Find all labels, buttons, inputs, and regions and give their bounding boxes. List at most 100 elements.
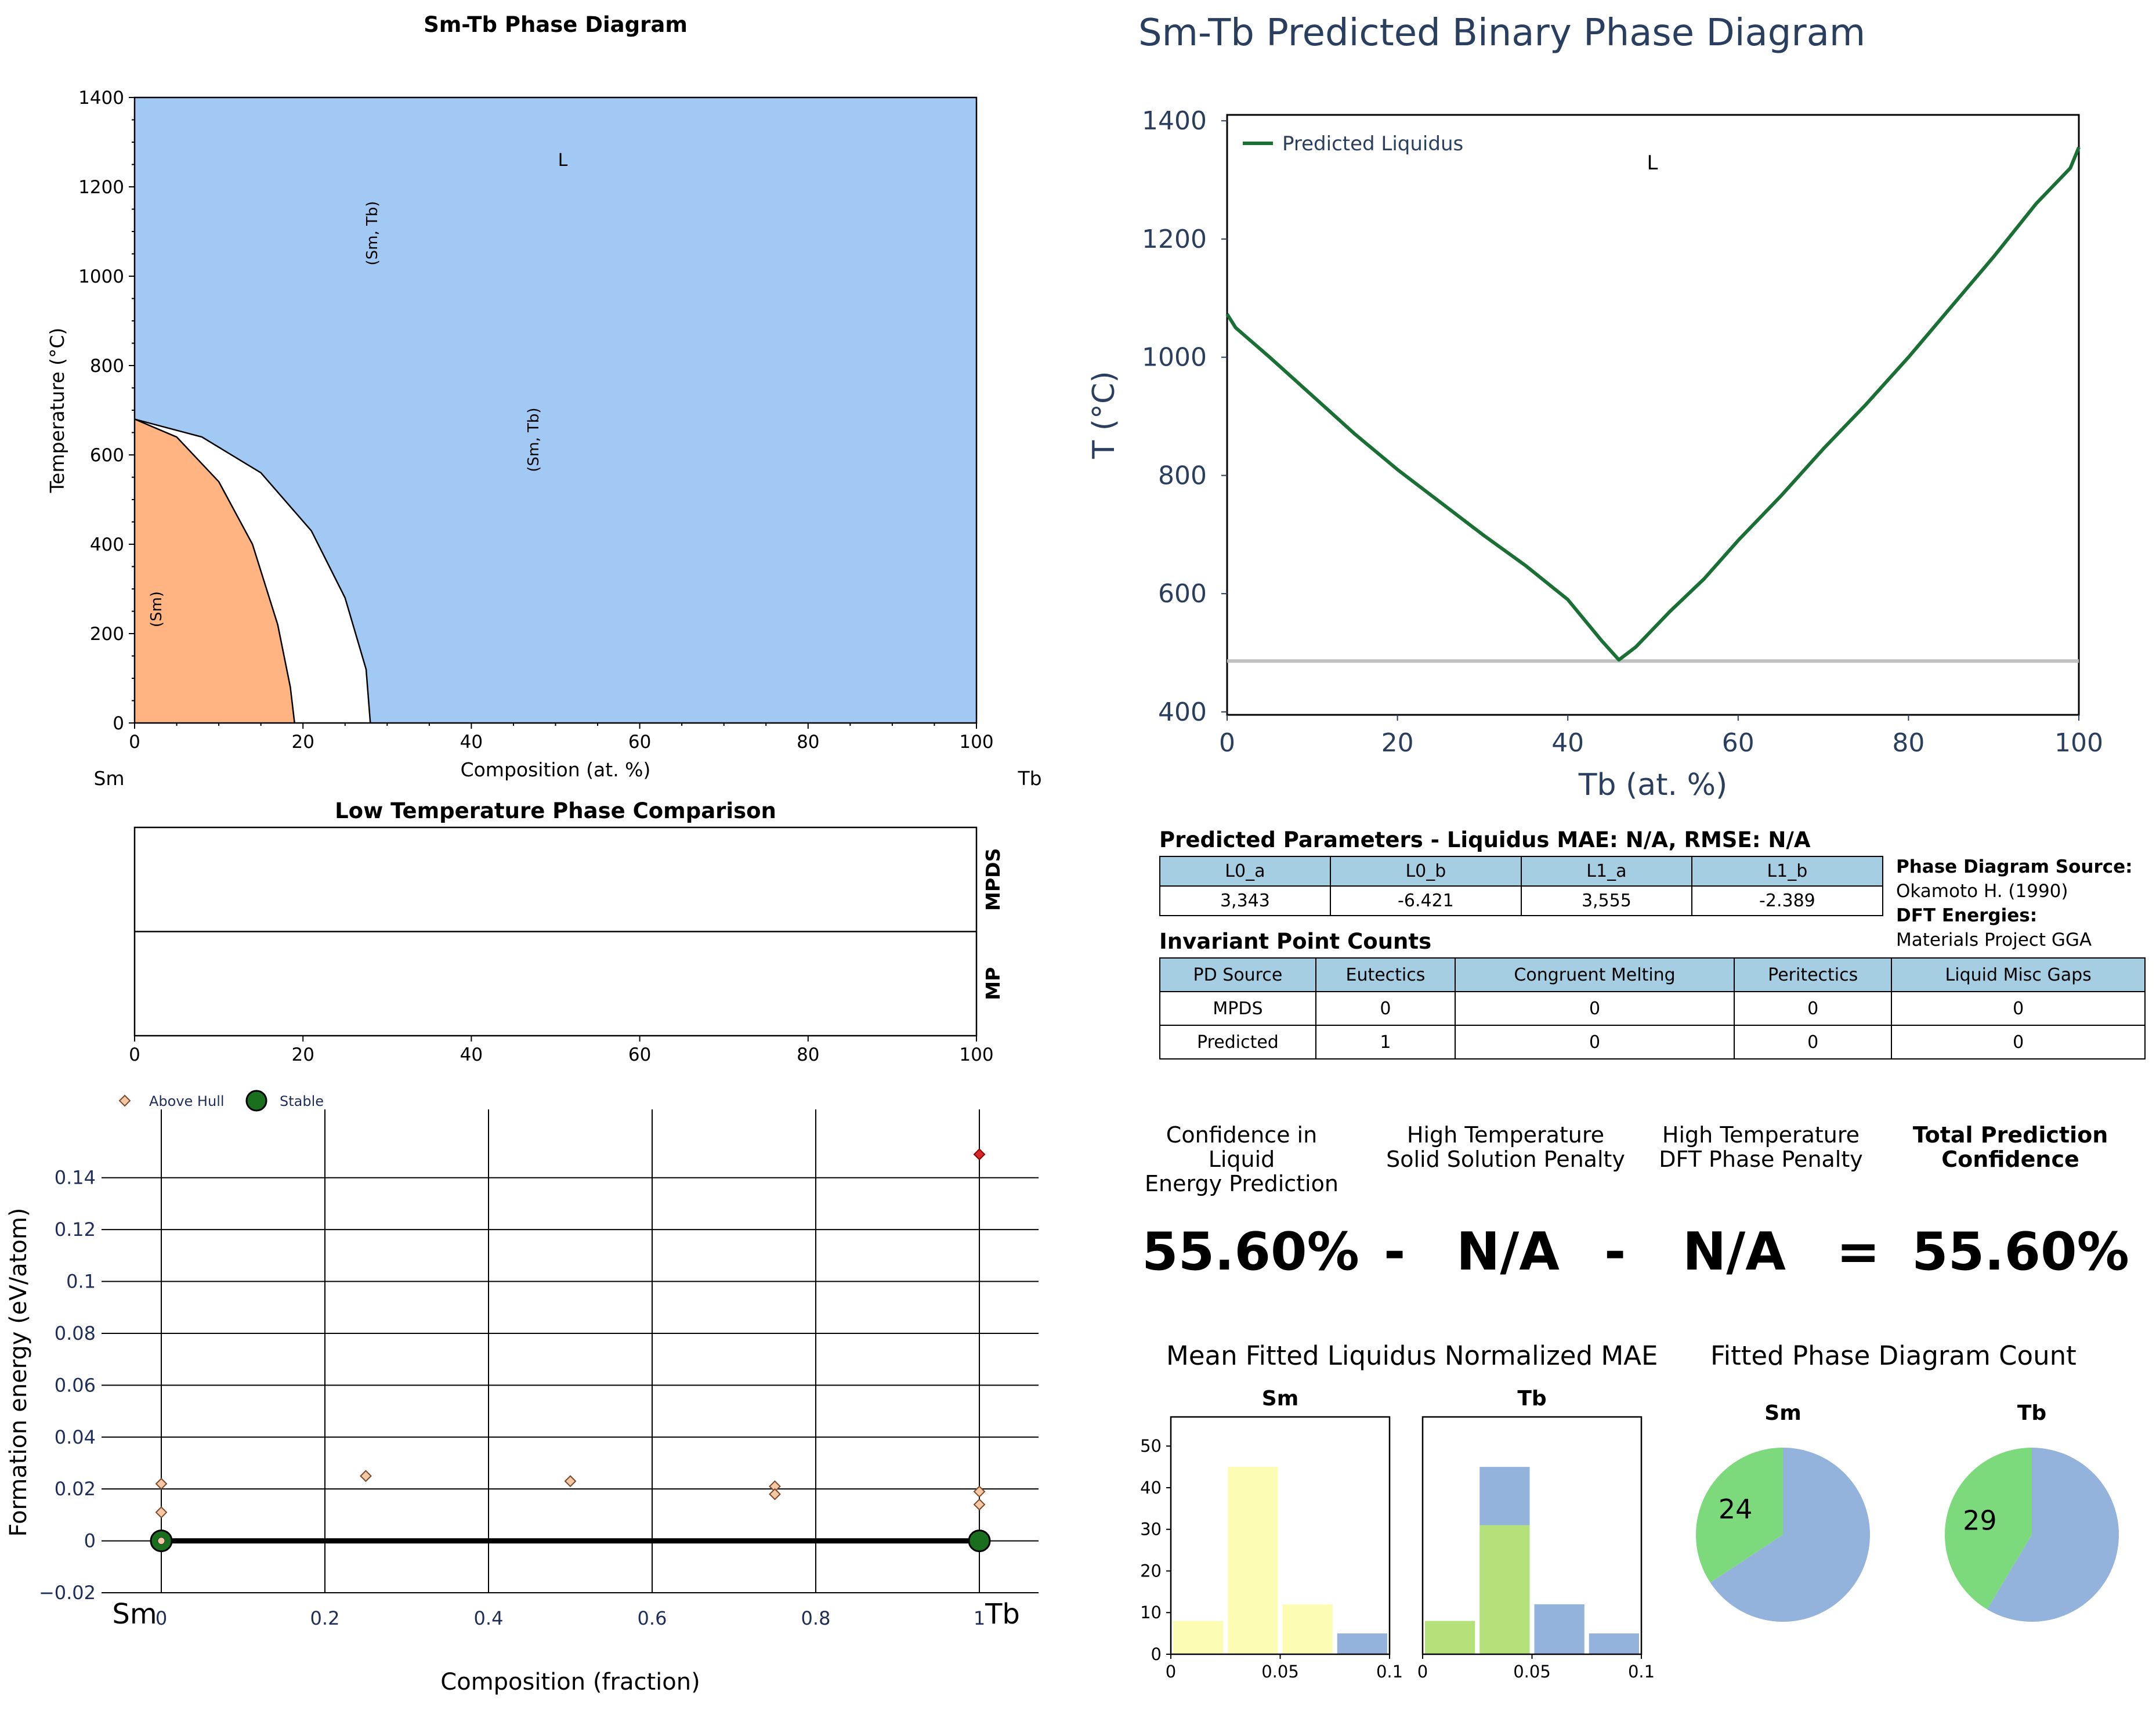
x-tick-label: 60 [628,732,651,753]
x-tick-label: 60 [628,1044,651,1065]
above-hull-point [157,1537,165,1545]
invariants-table: PD Source Eutectics Congruent Melting Pe… [1159,957,2146,1060]
invariant-cell: 0 [1455,1025,1735,1060]
confidence-liquid-value: 55.60% [1142,1221,1359,1282]
plot-frame [1421,1416,1643,1655]
invariant-header: Peritectics [1734,957,1893,992]
legend-stable-marker [245,1090,267,1112]
pd-source-label: Phase Diagram Source: [1896,856,2133,877]
y-tick-label: 800 [1158,461,1207,490]
legend-above-hull-marker [118,1094,131,1107]
x-tick-label: 1 [974,1607,985,1629]
region-label-sm: (Sm) [148,591,165,627]
x-tick-label: 80 [797,732,819,753]
x-tick-label: 80 [1892,728,1925,758]
y-tick-label: 0.14 [55,1167,96,1189]
x-tick-label: 0 [129,732,140,753]
y-tick-label: 0.02 [55,1478,96,1500]
stable-point [968,1529,991,1553]
x-axis-label: Composition (fraction) [440,1669,700,1695]
parameters-title: Predicted Parameters - Liquidus MAE: N/A… [1159,827,1811,852]
x-tick-label: 100 [959,1044,993,1065]
histogram-title: Sm [1262,1387,1298,1411]
left-element-label: Sm [112,1598,157,1630]
y-tick-label: 0.1 [66,1271,96,1293]
invariant-header: Congruent Melting [1455,957,1735,992]
row-label-mp: MP [982,967,1004,1000]
histogram-bar [1228,1467,1278,1654]
invariants-title: Invariant Point Counts [1159,929,1432,954]
y-axis-label: T (°C) [1087,371,1122,459]
comparison-title: Low Temperature Phase Comparison [335,798,776,823]
equals-operator: = [1836,1221,1880,1282]
above-hull-point [973,1485,986,1498]
param-value: -6.421 [1329,885,1522,916]
x-tick-label: 0.1 [1628,1662,1655,1682]
y-tick-label: 20 [1140,1561,1162,1581]
x-tick-label: 0.05 [1513,1662,1551,1682]
pd-source-value: Okamoto H. (1990) [1896,881,2068,902]
y-axis-label: Temperature (°C) [46,328,68,494]
dft-penalty-value: N/A [1683,1221,1786,1282]
above-hull-point [564,1475,577,1488]
invariant-cell: 0 [1891,1025,2146,1060]
pie-title: Sm [1764,1401,1801,1425]
left-element-label: Sm [93,767,124,790]
histogram-title: Tb [1517,1387,1546,1411]
total-confidence-value: 55.60% [1912,1221,2129,1282]
confidence-label-total: Total Prediction Confidence [1912,1122,2108,1172]
region-label-solid-solution: (Sm, Tb) [525,407,542,472]
above-hull-point [973,1148,986,1160]
x-tick-label: 20 [291,732,314,753]
plot-frame [1170,1416,1391,1655]
y-tick-label: 1400 [78,88,124,109]
y-tick-label: 600 [90,445,124,466]
y-tick-label: −0.02 [39,1582,96,1604]
above-hull-point [769,1488,781,1500]
y-tick-label: 1000 [78,266,124,287]
histogram-bar [1173,1621,1224,1654]
invariant-cell: 0 [1315,991,1456,1026]
param-header: L0_a [1159,856,1331,887]
histogram-bar [1479,1525,1530,1654]
mae-group-title: Mean Fitted Liquidus Normalized MAE [1166,1340,1658,1371]
y-tick-label: 400 [90,534,124,555]
x-tick-label: 40 [460,732,483,753]
x-tick-label: 0.4 [474,1607,504,1629]
above-hull-point [155,1506,168,1518]
x-axis-label: Composition (at. %) [461,758,651,781]
y-tick-label: 600 [1158,579,1207,609]
y-tick-label: 800 [90,356,124,377]
x-tick-label: 100 [2054,728,2103,758]
count-group-title: Fitted Phase Diagram Count [1710,1340,2077,1371]
x-tick-label: 0 [1417,1662,1428,1682]
invariant-cell: 0 [1734,1025,1893,1060]
y-tick-label: 1000 [1142,343,1207,373]
histogram-bar [1589,1633,1639,1654]
invariant-cell: 0 [1734,991,1893,1026]
y-tick-label: 0 [113,713,124,734]
y-tick-label: 0.08 [55,1322,96,1344]
histogram-bar [1534,1604,1585,1654]
confidence-label-solid-solution: High Temperature Solid Solution Penalty [1386,1122,1625,1172]
y-tick-label: 400 [1158,697,1207,727]
y-tick-label: 1200 [78,177,124,198]
invariant-cell: 0 [1455,991,1735,1026]
histogram-bar [1282,1604,1333,1654]
x-tick-label: 0.8 [801,1607,831,1629]
param-value: 3,343 [1159,885,1331,916]
histogram-bar [1479,1467,1530,1525]
legend-liquidus-label: Predicted Liquidus [1282,132,1463,156]
x-tick-label: 0.05 [1261,1662,1299,1682]
invariant-cell: 1 [1315,1025,1456,1060]
y-tick-label: 0.04 [55,1426,96,1448]
x-axis-label: Tb (at. %) [1578,768,1728,802]
dft-value: Materials Project GGA [1896,930,2092,950]
dft-label: DFT Energies: [1896,905,2038,926]
x-tick-label: 0.2 [310,1607,340,1629]
x-tick-label: 100 [959,732,993,753]
chart-title: Sm-Tb Predicted Binary Phase Diagram [1138,12,1865,55]
y-tick-label: 0 [1151,1644,1162,1664]
above-hull-point [155,1477,168,1490]
x-tick-label: 20 [1381,728,1414,758]
